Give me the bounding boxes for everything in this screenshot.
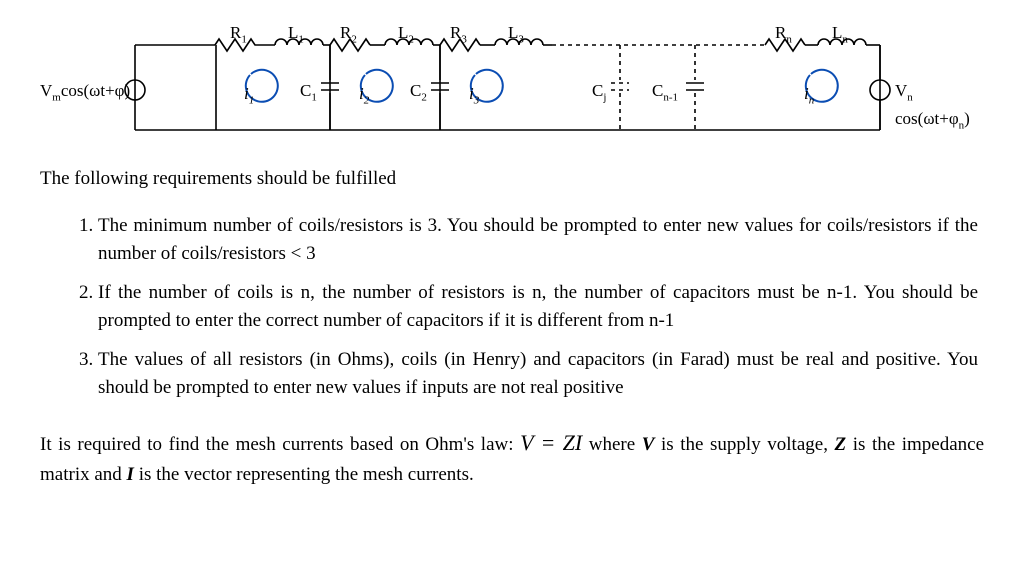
closing-text: It is required to find the mesh currents… [40,425,984,491]
Cn1-label: Cn-1 [652,78,678,106]
source-right-label: Vn cos(ωt+φn) [895,78,980,134]
i2-label: i2 [359,81,369,109]
requirements-list: The minimum number of coils/resistors is… [40,212,984,403]
R1-label: R1 [230,20,247,48]
L1-label: L1 [288,20,304,48]
ohms-law-equation: V = ZI [520,430,582,455]
L2-label: L2 [398,20,414,48]
circuit-diagram: Vmcos(ωt+φ) Vn cos(ωt+φn) R1 L1 R2 L2 R3… [40,20,980,145]
requirement-item: The values of all resistors (in Ohms), c… [98,346,984,403]
C1-label: C1 [300,78,317,106]
closing-post-d: is the vector representing the mesh curr… [139,464,474,485]
Rn-label: Rn [775,20,792,48]
C2-label: C2 [410,78,427,106]
closing-post-b: is the supply voltage, [661,434,835,455]
i3-label: i3 [469,81,479,109]
R2-label: R2 [340,20,357,48]
R3-label: R3 [450,20,467,48]
Cj-label: Cj [592,78,606,106]
var-I: I [127,464,134,485]
var-V: V [642,434,655,455]
i1-label: i1 [244,81,254,109]
var-Z: Z [835,434,847,455]
L3-label: L3 [508,20,524,48]
in-label: in [804,81,814,109]
Ln-label: Ln [832,20,848,48]
closing-post-a: where [589,434,642,455]
requirement-item: The minimum number of coils/resistors is… [98,212,984,269]
requirement-item: If the number of coils is n, the number … [98,279,984,336]
intro-text: The following requirements should be ful… [40,165,984,194]
closing-pre: It is required to find the mesh currents… [40,434,520,455]
source-left-label: Vmcos(ωt+φ) [40,78,130,106]
